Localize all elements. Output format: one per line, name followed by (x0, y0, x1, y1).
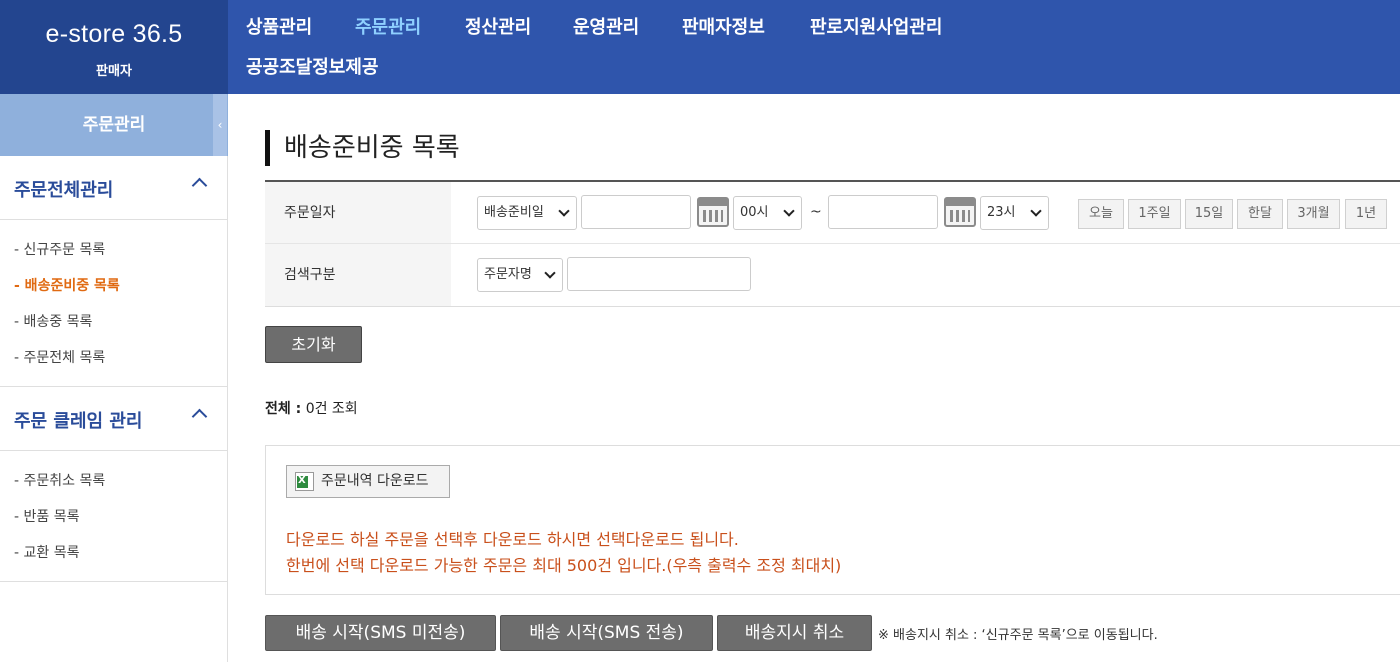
chevron-up-icon[interactable] (191, 177, 208, 194)
end-hour-select[interactable]: 23시 (980, 196, 1049, 230)
range-today-button[interactable]: 오늘 (1078, 199, 1124, 229)
sidebar-group-order-all[interactable]: 주문전체관리 (0, 156, 227, 220)
nav-market-support[interactable]: 판로지원사업관리 (810, 13, 942, 39)
sidebar-group-title: 주문 클레임 관리 (14, 411, 143, 432)
end-hour-value: 23시 (987, 205, 1016, 220)
result-count-value: 0건 조회 (305, 401, 358, 417)
range-year-button[interactable]: 1년 (1345, 199, 1387, 229)
sidebar-item-cancel[interactable]: - 주문취소 목록 (14, 470, 105, 490)
date-range-separator: ~ (810, 204, 822, 220)
sidebar-item-new-orders[interactable]: - 신규주문 목록 (14, 239, 105, 259)
chevron-down-icon (544, 267, 556, 279)
start-hour-select[interactable]: 00시 (733, 196, 802, 230)
calendar-icon[interactable] (697, 197, 729, 227)
sidebar-group-claims[interactable]: 주문 클레임 관리 (0, 387, 227, 451)
sidebar-item-exchange[interactable]: - 교환 목록 (14, 542, 79, 562)
search-row-keyword: 검색구분 주문자명 (265, 244, 1400, 306)
nav-seller-info[interactable]: 판매자정보 (682, 13, 765, 39)
range-week-button[interactable]: 1주일 (1128, 199, 1181, 229)
search-form: 주문일자 배송준비일 00시 ~ 23시 오늘 1주일 15일 한달 3개월 1… (265, 180, 1400, 307)
download-panel: X 주문내역 다운로드 다운로드 하실 주문을 선택후 다운로드 하시면 선택다… (265, 445, 1400, 595)
keyword-type-value: 주문자명 (484, 267, 532, 282)
logo[interactable]: e-store 36.5 판매자 (0, 0, 228, 94)
sidebar-submenu: - 신규주문 목록 - 배송준비중 목록 - 배송중 목록 - 주문전체 목록 (0, 221, 227, 387)
keyword-type-select[interactable]: 주문자명 (477, 258, 563, 292)
download-notice-2: 한번에 선택 다운로드 가능한 주문은 최대 500건 입니다.(우측 출력수 … (286, 556, 842, 575)
logo-subtitle: 판매자 (96, 64, 132, 79)
chevron-down-icon (1030, 205, 1042, 217)
ship-start-no-sms-button[interactable]: 배송 시작(SMS 미전송) (265, 615, 496, 651)
cancel-ship-order-button[interactable]: 배송지시 취소 (717, 615, 872, 651)
search-row-date: 주문일자 배송준비일 00시 ~ 23시 오늘 1주일 15일 한달 3개월 1… (265, 182, 1400, 244)
chevron-down-icon (783, 205, 795, 217)
sidebar-title: 주문관리 (0, 94, 228, 156)
nav-order[interactable]: 주문관리 (355, 13, 421, 39)
keyword-label: 검색구분 (265, 244, 451, 306)
nav-product[interactable]: 상품관리 (246, 13, 312, 39)
start-hour-value: 00시 (740, 205, 769, 220)
sidebar-item-preparing[interactable]: - 배송준비중 목록 (14, 275, 120, 295)
result-count-label: 전체 : (265, 401, 302, 417)
excel-icon: X (295, 472, 314, 491)
order-download-label: 주문내역 다운로드 (321, 473, 429, 489)
sidebar-collapse-icon[interactable]: ‹ (213, 94, 227, 156)
ship-start-sms-button[interactable]: 배송 시작(SMS 전송) (500, 615, 713, 651)
calendar-icon[interactable] (944, 197, 976, 227)
order-download-button[interactable]: X 주문내역 다운로드 (286, 465, 450, 498)
logo-title: e-store 36.5 (45, 20, 183, 48)
sidebar-item-all-orders[interactable]: - 주문전체 목록 (14, 347, 105, 367)
top-header: e-store 36.5 판매자 상품관리 주문관리 정산관리 운영관리 판매자… (0, 0, 1400, 94)
sidebar-item-return[interactable]: - 반품 목록 (14, 506, 79, 526)
date-type-select[interactable]: 배송준비일 (477, 196, 577, 230)
chevron-up-icon[interactable] (191, 408, 208, 425)
nav-procurement[interactable]: 공공조달정보제공 (246, 53, 378, 79)
date-label: 주문일자 (265, 182, 451, 243)
reset-button[interactable]: 초기화 (265, 326, 362, 363)
keyword-input[interactable] (567, 257, 751, 291)
range-3months-button[interactable]: 3개월 (1287, 199, 1340, 229)
cancel-ship-note: ※ 배송지시 취소 : ‘신규주문 목록’으로 이동됩니다. (878, 628, 1158, 643)
date-type-value: 배송준비일 (484, 205, 544, 220)
chevron-down-icon (558, 205, 570, 217)
nav-operation[interactable]: 운영관리 (573, 13, 639, 39)
start-date-input[interactable] (581, 195, 691, 229)
result-count: 전체 : 0건 조회 (265, 398, 358, 418)
sidebar-item-shipping[interactable]: - 배송중 목록 (14, 311, 92, 331)
sidebar-group-title: 주문전체관리 (14, 180, 114, 201)
range-15days-button[interactable]: 15일 (1185, 199, 1233, 229)
sidebar-submenu: - 주문취소 목록 - 반품 목록 - 교환 목록 (0, 452, 227, 582)
page-title: 배송준비중 목록 (265, 130, 460, 166)
nav-settlement[interactable]: 정산관리 (465, 13, 531, 39)
download-notice-1: 다운로드 하실 주문을 선택후 다운로드 하시면 선택다운로드 됩니다. (286, 530, 739, 549)
sidebar: 주문관리 ‹ 주문전체관리 - 신규주문 목록 - 배송준비중 목록 - 배송중… (0, 94, 228, 662)
range-month-button[interactable]: 한달 (1237, 199, 1283, 229)
end-date-input[interactable] (828, 195, 938, 229)
